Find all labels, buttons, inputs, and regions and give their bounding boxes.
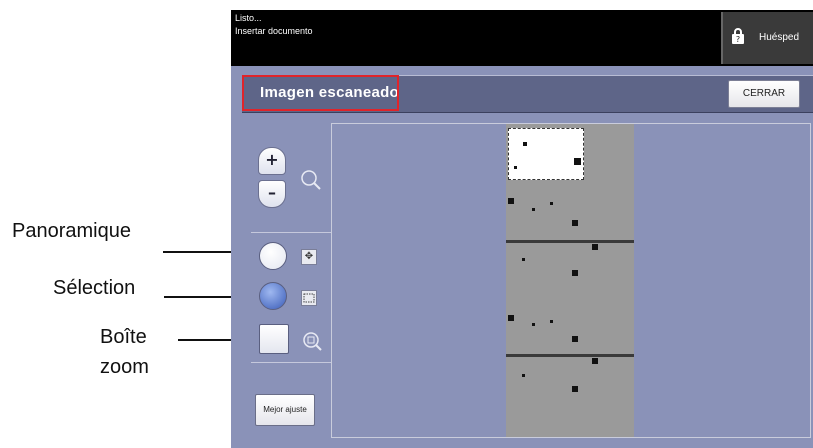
selection-rectangle[interactable] bbox=[508, 128, 584, 180]
mark bbox=[514, 166, 517, 169]
pan-radio[interactable] bbox=[259, 242, 287, 270]
mark bbox=[532, 323, 535, 326]
mark bbox=[522, 258, 525, 261]
scan-preview[interactable] bbox=[331, 123, 811, 438]
guest-lock-icon: ? bbox=[732, 28, 744, 44]
magnifier-icon bbox=[301, 170, 321, 190]
mark bbox=[592, 244, 598, 250]
device-screen: Listo... Insertar documento ? Huésped Im… bbox=[231, 10, 813, 448]
status-bar: Listo... Insertar documento ? Huésped bbox=[231, 10, 813, 66]
mark bbox=[572, 220, 578, 226]
zoom-box-radio[interactable] bbox=[259, 324, 289, 354]
marquee-icon bbox=[301, 290, 317, 306]
zoom-in-button[interactable]: + bbox=[258, 147, 286, 175]
page-divider bbox=[506, 354, 634, 357]
mark bbox=[592, 358, 598, 364]
mark bbox=[572, 270, 578, 276]
move-icon: ✥ bbox=[301, 249, 317, 265]
title-highlight-box bbox=[242, 75, 399, 111]
callout-zoom-box-line2: zoom bbox=[100, 356, 149, 378]
mark bbox=[532, 208, 535, 211]
mark bbox=[572, 386, 578, 392]
separator bbox=[251, 362, 331, 363]
svg-text:?: ? bbox=[736, 35, 740, 44]
callout-selection: Sélection bbox=[53, 277, 136, 299]
scanned-page-image bbox=[506, 124, 634, 437]
mark bbox=[523, 142, 527, 146]
mark bbox=[522, 374, 525, 377]
status-message: Listo... bbox=[235, 13, 262, 23]
mark bbox=[508, 315, 514, 321]
zoom-out-button[interactable]: – bbox=[258, 180, 286, 208]
page-divider bbox=[506, 240, 634, 243]
close-button[interactable]: CERRAR bbox=[728, 80, 800, 108]
selection-radio[interactable] bbox=[259, 282, 287, 310]
mark bbox=[550, 320, 553, 323]
mark bbox=[572, 336, 578, 342]
guest-button[interactable]: ? Huésped bbox=[721, 12, 813, 64]
callout-zoom-box-line1: Boîte bbox=[100, 326, 147, 348]
mark bbox=[574, 158, 581, 165]
status-instruction: Insertar documento bbox=[235, 26, 313, 36]
guest-label: Huésped bbox=[759, 32, 800, 43]
title-bar: Imagen escaneado CERRAR bbox=[242, 75, 813, 113]
callout-pan: Panoramique bbox=[12, 220, 131, 242]
mark bbox=[550, 202, 553, 205]
mark bbox=[508, 198, 514, 204]
zoom-box-icon bbox=[303, 332, 322, 351]
best-fit-button[interactable]: Mejor ajuste bbox=[255, 394, 315, 426]
separator bbox=[251, 232, 331, 233]
